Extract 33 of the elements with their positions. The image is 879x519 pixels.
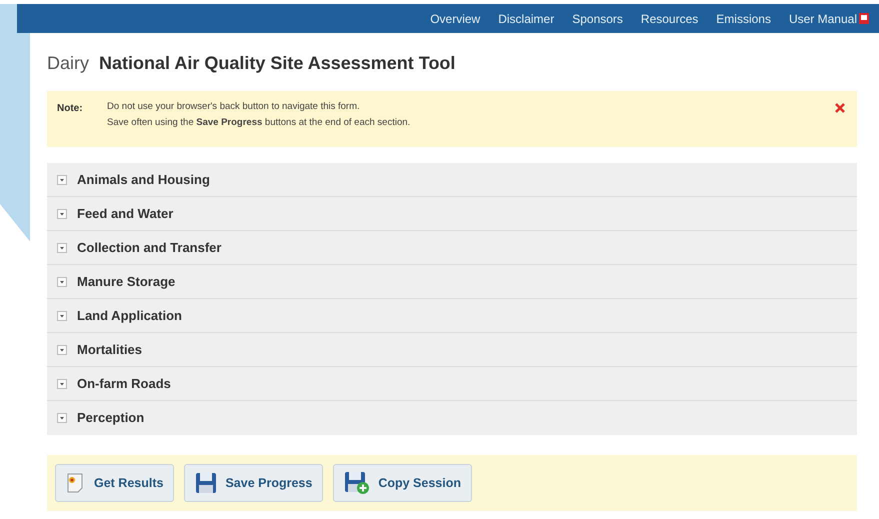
section-header[interactable]: Mortalities (77, 340, 142, 360)
close-icon[interactable] (835, 103, 845, 113)
results-button[interactable]: Get Results (55, 464, 174, 502)
note-text: Do not use your browser's back button to navigate this form. (107, 101, 361, 113)
section-header[interactable]: Collection and Transfer (77, 238, 222, 258)
section-header[interactable]: Perception (77, 408, 144, 428)
section-header[interactable]: Feed and Water (77, 204, 174, 224)
document-icon (859, 13, 869, 24)
expand-icon[interactable] (57, 174, 67, 184)
expand-icon[interactable] (57, 413, 67, 423)
nav-link[interactable]: Resources (640, 10, 698, 28)
copy-button[interactable]: Copy Session (333, 464, 472, 502)
expand-icon[interactable] (57, 276, 67, 286)
nav-link[interactable]: Emissions (716, 10, 771, 28)
note-label: Note: (57, 102, 84, 116)
category-label: Dairy (47, 52, 90, 75)
nav-link[interactable]: User Manual (788, 10, 869, 28)
nav-link[interactable]: Disclaimer (498, 10, 554, 28)
expand-icon[interactable] (57, 310, 67, 320)
nav-link[interactable]: Overview (430, 10, 480, 28)
section-header[interactable]: Animals and Housing (77, 170, 210, 190)
expand-icon[interactable] (57, 242, 67, 252)
section-header[interactable]: On-farm Roads (77, 374, 171, 394)
nav-link[interactable]: Sponsors (572, 10, 623, 28)
save-button[interactable]: Save Progress (184, 464, 324, 502)
note-text: Save often using the Save Progress buttons at the end of each section. (107, 117, 410, 129)
expand-icon[interactable] (57, 378, 67, 388)
expand-icon[interactable] (57, 208, 67, 218)
page-title: National Air Quality Site Assessment Tool (99, 52, 456, 75)
floppy-disk-add-icon (344, 471, 370, 495)
section-header[interactable]: Manure Storage (77, 272, 176, 292)
section-header[interactable]: Land Application (77, 306, 182, 326)
expand-icon[interactable] (57, 344, 67, 354)
